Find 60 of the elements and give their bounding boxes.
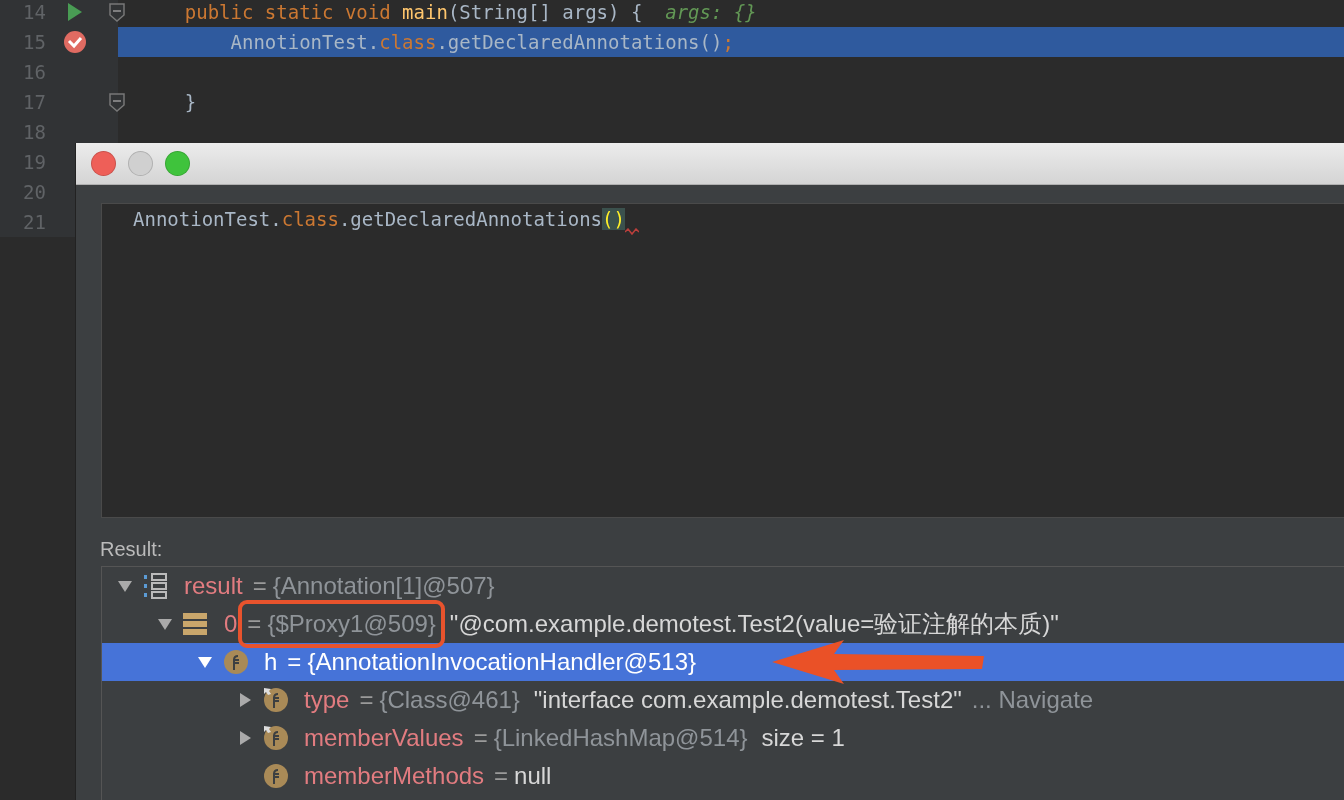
code-text: .getDeclaredAnnotations: [338, 208, 603, 230]
value-text: null: [514, 762, 552, 790]
code-text: class: [281, 208, 339, 230]
code-text: }: [183, 91, 197, 113]
code-text: AnnotionTest.: [133, 208, 282, 230]
code-text: (String[] args) {: [447, 1, 643, 23]
field-icon: [222, 648, 250, 676]
equals-sign: =: [359, 686, 374, 714]
pinned-field-icon: [262, 686, 290, 714]
equals-sign: =: [494, 762, 509, 790]
tree-row[interactable]: result = {Annotation[1]@507}: [102, 567, 1344, 605]
run-icon[interactable]: [68, 3, 82, 21]
value-text: size = 1: [761, 724, 845, 752]
pinned-field-icon: [262, 724, 290, 752]
value-text: "@com.example.demotest.Test2(value=验证注解的本质)": [449, 609, 1059, 639]
variable-name: 0: [224, 610, 238, 638]
expanded-arrow-icon[interactable]: [117, 578, 133, 594]
fold-icon[interactable]: [108, 2, 126, 22]
value-text: "interface com.example.demotest.Test2": [533, 686, 962, 714]
code-text: public static void: [183, 1, 392, 23]
variable-name: h: [264, 648, 278, 676]
equals-sign: =: [252, 572, 267, 600]
code-text: (): [602, 208, 625, 230]
collapsed-arrow-icon[interactable]: [237, 730, 253, 746]
expanded-arrow-icon[interactable]: [157, 616, 173, 632]
code-text: class: [379, 31, 437, 53]
object-reference: {LinkedHashMap@514}: [493, 724, 748, 752]
fold-icon[interactable]: [108, 92, 126, 112]
code-text: main: [402, 1, 448, 23]
breakpoint-icon[interactable]: [63, 30, 87, 54]
expanded-arrow-icon[interactable]: [197, 654, 213, 670]
close-window-button[interactable]: [91, 151, 116, 176]
code-text: ;: [722, 31, 734, 53]
tree-row[interactable]: type = {Class@461} "interface com.example.demotest.Test2" ... Navigate: [102, 681, 1344, 719]
object-reference: {Annotation[1]@507}: [272, 572, 495, 600]
variable-name: result: [184, 572, 243, 600]
tree-row[interactable]: h = {AnnotationInvocationHandler@513}: [102, 643, 1344, 681]
equals-sign: =: [287, 648, 302, 676]
equals-sign: =: [473, 724, 488, 752]
tree-row[interactable]: 0 = {$Proxy1@509} "@com.example.demotest.Test2(value=验证注解的本质)": [102, 605, 1344, 643]
zoom-window-button[interactable]: [165, 151, 190, 176]
expression-field[interactable]: AnnotionTest.class.getDeclaredAnnotations(): [101, 203, 1344, 518]
variable-name: type: [304, 686, 350, 714]
field-icon: [262, 762, 290, 790]
code-text: .getDeclaredAnnotations(): [436, 31, 723, 53]
object-reference: {$Proxy1@509}: [267, 610, 436, 638]
code-text: args: {}: [664, 1, 757, 23]
code-text: AnnotionTest.: [229, 31, 380, 53]
equals-sign: =: [247, 610, 262, 638]
variable-name: memberValues: [304, 724, 464, 752]
tree-row[interactable]: memberMethods = null: [102, 757, 1344, 795]
tree-row[interactable]: memberValues = {LinkedHashMap@514} size = 1: [102, 719, 1344, 757]
list-icon: [182, 611, 208, 637]
collapsed-arrow-icon[interactable]: [237, 692, 253, 708]
result-label: Result:: [100, 538, 164, 562]
variable-name: memberMethods: [304, 762, 485, 790]
error-squiggle-icon: [624, 228, 639, 236]
array-icon: [142, 571, 168, 601]
object-reference: {Class@461}: [379, 686, 520, 714]
object-reference: {AnnotationInvocationHandler@513}: [307, 648, 697, 676]
